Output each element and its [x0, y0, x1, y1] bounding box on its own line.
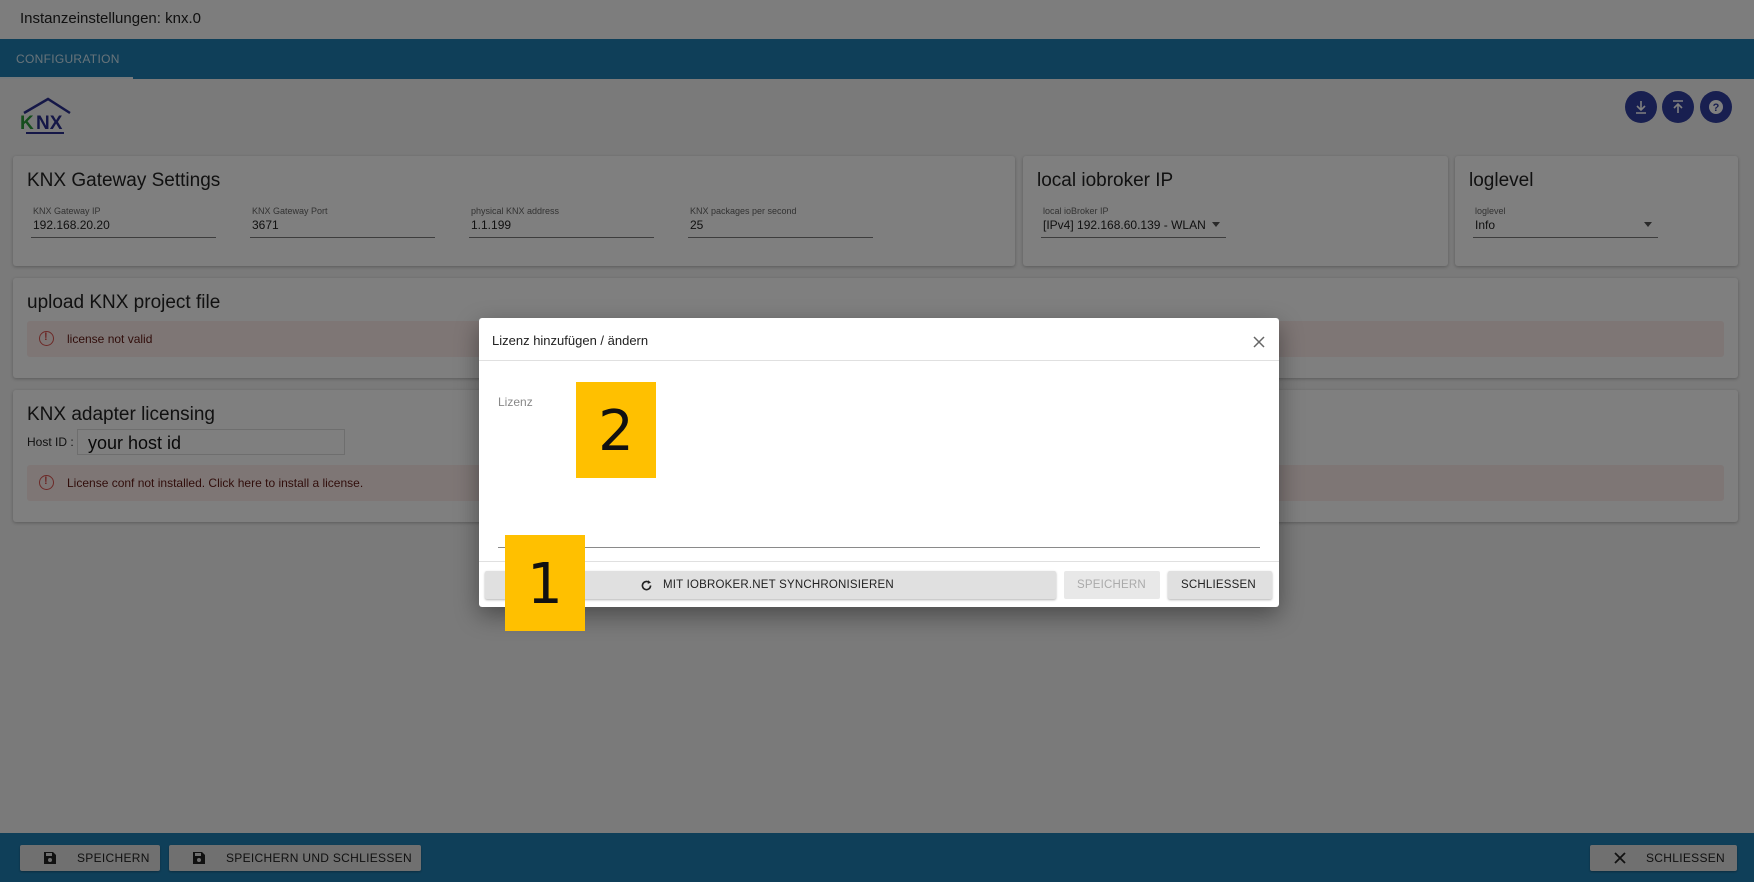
dialog-save-label: SPEICHERN: [1077, 579, 1146, 591]
license-field-label: Lizenz: [498, 395, 533, 409]
marker-two-number: 2: [598, 399, 634, 464]
refresh-icon: [641, 580, 652, 591]
marker-one: 1: [505, 535, 585, 631]
dialog-divider: [479, 561, 1279, 562]
marker-one-number: 1: [527, 552, 563, 617]
marker-two: 2: [576, 382, 656, 478]
dialog-close-button[interactable]: SCHLIESSEN: [1168, 571, 1272, 599]
dialog-save-button[interactable]: SPEICHERN: [1064, 571, 1160, 599]
dialog-close-icon[interactable]: [1251, 334, 1267, 350]
license-dialog-title: Lizenz hinzufügen / ändern: [492, 333, 649, 348]
sync-button-label: MIT IOBROKER.NET SYNCHRONISIEREN: [663, 579, 894, 591]
dialog-divider: [479, 360, 1279, 361]
dialog-close-label: SCHLIESSEN: [1181, 579, 1256, 591]
